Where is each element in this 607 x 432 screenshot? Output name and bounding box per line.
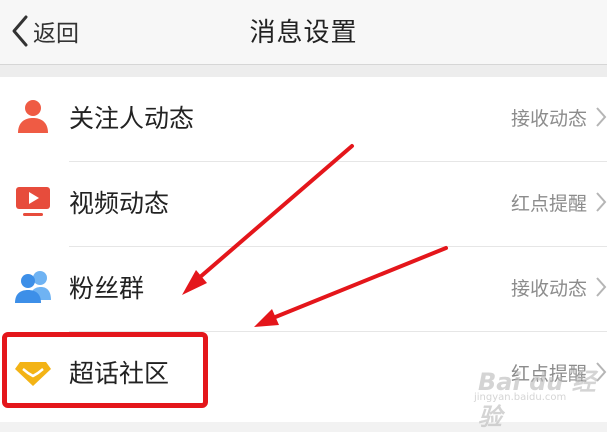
- setting-label: 视频动态: [69, 189, 170, 218]
- chevron-right-icon: [596, 277, 607, 297]
- setting-label: 粉丝群: [69, 274, 145, 303]
- chevron-right-icon: [596, 192, 607, 212]
- page-title: 消息设置: [249, 18, 358, 48]
- setting-value: 接收动态: [510, 278, 587, 300]
- setting-row-fan-group[interactable]: 粉丝群 接收动态: [0, 247, 607, 332]
- setting-label: 关注人动态: [69, 104, 195, 133]
- highlight-box: [2, 332, 208, 408]
- watermark: Bai du 经验 jingyan.baidu.com: [462, 352, 602, 431]
- section-gap: [0, 65, 607, 77]
- setting-value: 红点提醒: [510, 193, 587, 215]
- watermark-subtext: jingyan.baidu.com: [474, 392, 567, 403]
- chevron-right-icon: [596, 107, 607, 127]
- navigation-bar: 返回 消息设置: [0, 0, 607, 65]
- group-icon: [15, 271, 51, 303]
- setting-row-video-updates[interactable]: 视频动态 红点提醒: [0, 162, 607, 247]
- person-icon: [18, 100, 48, 133]
- video-play-icon: [16, 187, 50, 216]
- setting-row-follow-updates[interactable]: 关注人动态 接收动态: [0, 77, 607, 162]
- setting-value: 接收动态: [510, 108, 587, 130]
